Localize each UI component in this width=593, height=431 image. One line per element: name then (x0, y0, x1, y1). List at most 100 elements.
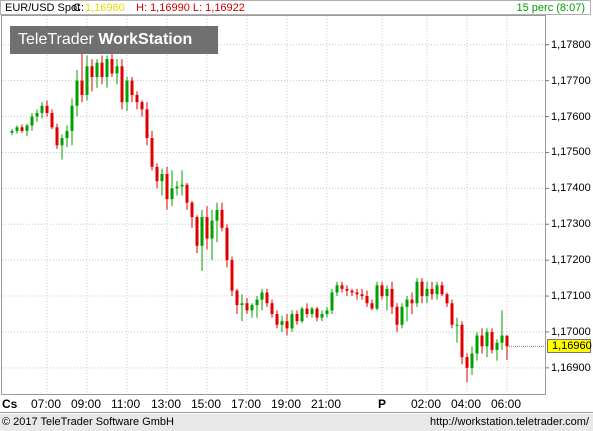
y-tick-label: 1,17100 (551, 290, 591, 303)
x-tick-label: 04:00 (451, 397, 482, 411)
candlestick-chart[interactable] (0, 0, 593, 431)
candle-body (30, 116, 34, 126)
candle-body (415, 281, 419, 304)
watermark-product: WorkStation (98, 31, 193, 48)
candle-body (50, 112, 54, 128)
candle-body (115, 66, 119, 74)
candle-body (175, 186, 179, 189)
candle-body (335, 285, 339, 293)
x-tick-label: 13:00 (151, 397, 182, 411)
x-tick-label: 09:00 (71, 397, 102, 411)
candle-body (310, 308, 314, 315)
candle-body (10, 130, 14, 133)
candle-body (235, 290, 239, 306)
candle-body (110, 59, 114, 74)
candle-body (20, 127, 24, 131)
candle-body (160, 173, 164, 182)
y-tick-label: 1,17700 (551, 74, 591, 87)
candle-body (295, 314, 299, 322)
watermark: TeleTrader WorkStation (10, 26, 218, 54)
candle-body (425, 288, 429, 297)
candle-body (140, 102, 144, 110)
candle-body (205, 217, 209, 239)
x-tick-label: 15:00 (191, 397, 222, 411)
candle-body (420, 281, 424, 297)
candle-body (400, 306, 404, 325)
candle-body (35, 112, 39, 117)
chart-window: { "header": { "symbol": "EUR/USD Spot", … (0, 0, 593, 431)
x-tick-label: 07:00 (31, 397, 62, 411)
y-tick-label: 1,17300 (551, 218, 591, 231)
candle-body (300, 308, 304, 322)
candle-body (465, 357, 469, 368)
candle-body (180, 184, 184, 187)
x-tick-label: 11:00 (111, 397, 141, 411)
candle-body (165, 173, 169, 200)
candle-body (495, 342, 499, 350)
y-tick-label: 1,17200 (551, 254, 591, 267)
candle-body (435, 285, 439, 295)
copyright-text: © 2017 TeleTrader Software GmbH (2, 416, 174, 428)
time-axis: Cs 07:00 09:00 11:00 13:00 15:00 17:00 19:00 21:… (0, 395, 593, 413)
x-tick-label: 02:00 (411, 397, 442, 411)
candle-body (375, 285, 379, 309)
candle-body (215, 209, 219, 221)
candle-body (100, 62, 104, 78)
candle-body (45, 105, 49, 113)
candle-body (200, 217, 204, 246)
y-tick-label: 1,17400 (551, 182, 591, 195)
x-tick-label: P (378, 397, 387, 411)
candle-body (125, 80, 129, 103)
candle-body (60, 138, 64, 146)
candle-body (360, 294, 364, 297)
x-tick-label: 06:00 (491, 397, 522, 411)
candle-body (120, 66, 124, 103)
candle-body (385, 288, 389, 297)
candle-body (390, 288, 394, 307)
candle-body (25, 125, 29, 131)
candle-body (70, 105, 74, 131)
candle-body (345, 288, 349, 291)
candle-body (130, 80, 134, 95)
candle-body (285, 321, 289, 329)
candle-body (380, 285, 384, 297)
candle-body (105, 59, 109, 78)
y-tick-label: 1,17600 (551, 110, 591, 123)
candle-body (485, 331, 489, 347)
candle-body (95, 62, 99, 78)
candle-body (280, 321, 284, 325)
candle-body (145, 109, 149, 139)
candle-body (445, 294, 449, 304)
candle-body (395, 306, 399, 325)
candle-body (455, 324, 459, 326)
candle-body (315, 308, 319, 318)
candle-body (370, 303, 374, 309)
candle-body (65, 130, 69, 139)
current-price-marker: 1,16960 (547, 339, 592, 354)
candle-body (325, 310, 329, 315)
candle-body (475, 335, 479, 354)
candle-body (155, 166, 159, 182)
candle-body (230, 260, 234, 291)
footer-url[interactable]: http://workstation.teletrader.com/ (430, 416, 589, 428)
candle-body (90, 66, 94, 78)
candle-body (85, 66, 89, 95)
candle-body (355, 292, 359, 295)
candle-body (55, 127, 59, 146)
candle-body (450, 303, 454, 325)
candle-body (265, 292, 269, 304)
candle-body (305, 308, 309, 315)
candle-body (490, 331, 494, 350)
candle-body (460, 324, 464, 358)
candle-body (410, 299, 414, 304)
candle-body (440, 285, 444, 295)
y-tick-label: 1,17500 (551, 146, 591, 159)
candle-body (190, 202, 194, 218)
candle-body (270, 303, 274, 315)
candle-body (365, 296, 369, 304)
candle-body (275, 314, 279, 325)
candle-body (135, 94, 139, 103)
watermark-brand: TeleTrader (18, 31, 94, 48)
candle-body (185, 184, 189, 203)
candle-body (245, 303, 249, 311)
